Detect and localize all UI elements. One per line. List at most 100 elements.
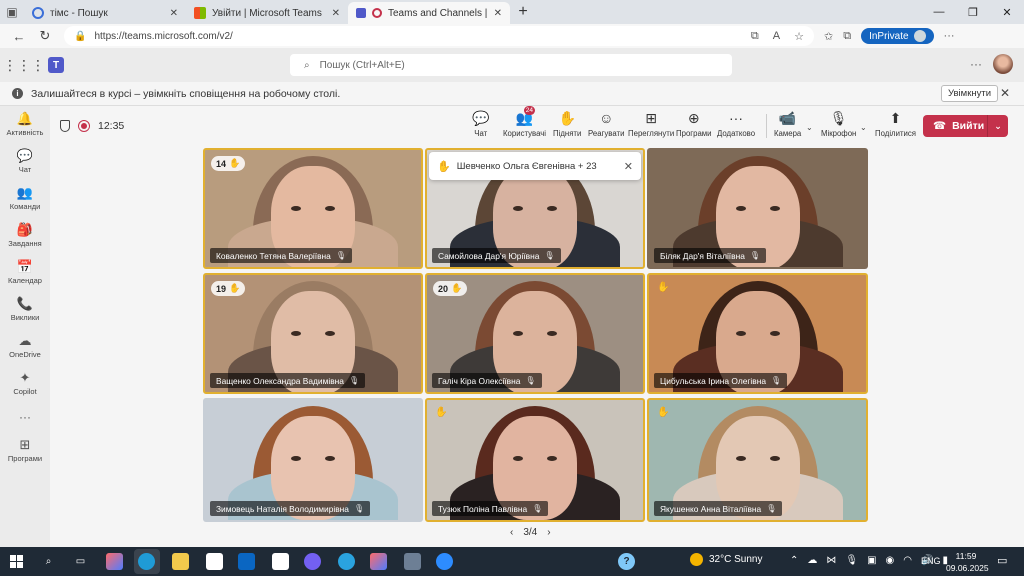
notepad-icon[interactable]	[206, 553, 223, 570]
zoom-icon[interactable]	[436, 553, 453, 570]
rail-item-onedrive[interactable]: ☁ OneDrive	[0, 328, 50, 365]
collections-icon[interactable]: ⧉	[843, 30, 851, 43]
camera-button[interactable]: 📹 Камера	[774, 111, 801, 138]
favorites-icon[interactable]: ✩	[824, 30, 833, 43]
windows-start-icon[interactable]	[10, 555, 23, 568]
app-available-icon[interactable]: ⧉	[751, 30, 759, 43]
video-tile[interactable]: Зимовець Наталія Володимирівна 🎙	[203, 398, 423, 522]
rail-label: Завдання	[8, 239, 42, 248]
view-button[interactable]: ⊞ Переглянути	[628, 111, 674, 138]
help-icon[interactable]: ?	[618, 553, 635, 570]
file-explorer-icon[interactable]	[172, 553, 189, 570]
rail-item-calendar[interactable]: 📅 Календар	[0, 254, 50, 291]
more-options-icon[interactable]: ···	[970, 57, 982, 71]
inprivate-badge[interactable]: InPrivate	[861, 28, 934, 44]
avatar[interactable]	[993, 54, 1013, 74]
raise-hand-button[interactable]: ✋ Підняти	[553, 111, 581, 138]
app-launcher-icon[interactable]: ⋮⋮⋮	[0, 57, 48, 74]
language-indicator[interactable]: ENG	[921, 556, 941, 566]
chat-button[interactable]: 💬 Чат	[472, 111, 489, 138]
microphone-icon[interactable]: 🎙	[845, 555, 858, 566]
weather-widget[interactable]: 32°C Sunny	[690, 553, 762, 566]
rail-item-copilot[interactable]: ✦ Copilot	[0, 365, 50, 402]
app-icon[interactable]	[404, 553, 421, 570]
back-arrow-icon[interactable]: ←	[6, 29, 32, 44]
chevron-down-icon[interactable]: ⌄	[860, 123, 867, 132]
more-button[interactable]: ··· Додатково	[717, 111, 755, 138]
close-icon[interactable]: ✕	[494, 8, 502, 19]
video-tile[interactable]: 19 ✋ Ващенко Олександра Вадимівна 🎙	[203, 273, 423, 394]
enable-notifications-button[interactable]: Увімкнути	[941, 85, 999, 102]
chat-icon: 💬	[472, 110, 490, 126]
chevron-right-icon[interactable]: ›	[547, 527, 550, 538]
raised-hands-queue-popup[interactable]: ✋ Шевченко Ольга Євгенівна + 23 ✕	[429, 152, 641, 180]
browser-menu-icon[interactable]: ···	[944, 30, 955, 42]
search-input[interactable]: ⌕ Пошук (Ctrl+Alt+E)	[290, 54, 732, 76]
wifi-icon[interactable]: ◠	[903, 555, 912, 566]
notification-icon[interactable]: ▭	[997, 554, 1007, 567]
chevron-left-icon[interactable]: ‹	[510, 527, 513, 538]
cloud-icon[interactable]: ☁	[807, 555, 817, 566]
favorite-star-icon[interactable]: ☆	[794, 30, 804, 43]
new-tab-button[interactable]: +	[510, 3, 536, 21]
search-icon[interactable]: ⌕	[40, 553, 57, 570]
participant-nameplate: Біляк Дар'я Віталіївна 🎙	[654, 248, 767, 263]
video-tile[interactable]: 14 ✋ Коваленко Тетяна Валеріївна 🎙	[203, 148, 423, 269]
refresh-icon[interactable]: ↻	[32, 28, 58, 44]
participant-nameplate: Ващенко Олександра Вадимівна 🎙	[210, 373, 366, 388]
close-icon[interactable]: ✕	[332, 8, 340, 19]
browser-tab-2[interactable]: Увійти | Microsoft Teams ✕	[186, 2, 348, 24]
chevron-up-icon[interactable]: ⌃	[790, 555, 798, 566]
copilot-app-icon[interactable]	[370, 553, 387, 570]
copilot-icon[interactable]	[106, 553, 123, 570]
people-button[interactable]: 👥 24 Користувачі	[503, 106, 546, 138]
browser-tab-3[interactable]: Teams and Channels | Захисті ✕	[348, 2, 510, 24]
video-tile[interactable]: ✋ Цибульська Ірина Олегівна 🎙	[647, 273, 868, 394]
meet-icon[interactable]: ▣	[867, 555, 876, 566]
rail-item-teams[interactable]: 👥 Команди	[0, 180, 50, 217]
video-tile[interactable]: 20 ✋ Галіч Кіра Олексіївна 🎙	[425, 273, 645, 394]
rail-item-assignments[interactable]: 🎒 Завдання	[0, 217, 50, 254]
video-tile[interactable]: Самойлова Дар'я Юріївна 🎙 ✋ Шевченко Ольга …	[425, 148, 645, 269]
rail-label: Чат	[18, 165, 32, 174]
read-aloud-icon[interactable]: A	[773, 30, 780, 43]
maximize-icon[interactable]: ❐	[956, 0, 990, 24]
close-icon[interactable]: ✕	[624, 160, 633, 173]
outlook-icon[interactable]	[238, 553, 255, 570]
notification-banner: i Залишайтеся в курсі – увімкніть сповіщ…	[0, 82, 1024, 106]
react-button[interactable]: ☺ Реагувати	[588, 111, 624, 138]
more-apps-icon[interactable]: ···	[0, 402, 50, 432]
chevron-down-icon[interactable]: ⌄	[988, 121, 1008, 132]
rail-item-chat[interactable]: 💬 Чат	[0, 143, 50, 180]
taskbar-clock[interactable]: 11:59 09.06.2025	[946, 550, 989, 574]
close-window-icon[interactable]: ✕	[990, 0, 1024, 24]
apps-button[interactable]: ⊕ Програми	[676, 111, 712, 138]
microphone-button[interactable]: 🎙 Мікрофон	[821, 111, 856, 138]
video-tile[interactable]: ✋ Якушенко Анна Віталіївна 🎙	[647, 398, 868, 522]
network-icon[interactable]: ⋈	[826, 555, 836, 566]
search-icon: ⌕	[304, 59, 310, 71]
shield-icon[interactable]	[60, 120, 70, 132]
viber-icon[interactable]	[304, 553, 321, 570]
close-icon[interactable]: ✕	[170, 8, 178, 19]
document-icon[interactable]	[272, 553, 289, 570]
video-tile[interactable]: Біляк Дар'я Віталіївна 🎙	[647, 148, 868, 269]
rail-item-activity[interactable]: 🔔 Активність	[0, 106, 50, 143]
close-icon[interactable]: ✕	[1000, 86, 1010, 100]
minimize-icon[interactable]: —	[922, 0, 956, 24]
leave-button[interactable]: ☎ Вийти ⌄	[923, 115, 1008, 137]
task-view-icon[interactable]: ▭	[72, 553, 89, 570]
participant-nameplate: Самойлова Дар'я Юріївна 🎙	[432, 248, 561, 263]
edge-icon[interactable]	[138, 553, 155, 570]
rail-item-calls[interactable]: 📞 Виклики	[0, 291, 50, 328]
browser-tab-1[interactable]: тімс - Пошук ✕	[24, 2, 186, 24]
video-tile[interactable]: ✋ Тузюк Поліна Павлівна 🎙	[425, 398, 645, 522]
telegram-icon[interactable]	[338, 553, 355, 570]
url-field[interactable]: 🔒 https://teams.microsoft.com/v2/ ⧉ A ☆	[64, 26, 814, 46]
camera-icon[interactable]: ◉	[886, 555, 895, 566]
toolbar-divider	[766, 114, 767, 138]
tab-actions-icon[interactable]: ▣	[0, 1, 24, 23]
rail-item-apps[interactable]: ⊞ Програми	[0, 432, 50, 469]
chevron-down-icon[interactable]: ⌄	[806, 123, 813, 132]
share-button[interactable]: ⬆ Поділитися	[875, 111, 916, 138]
